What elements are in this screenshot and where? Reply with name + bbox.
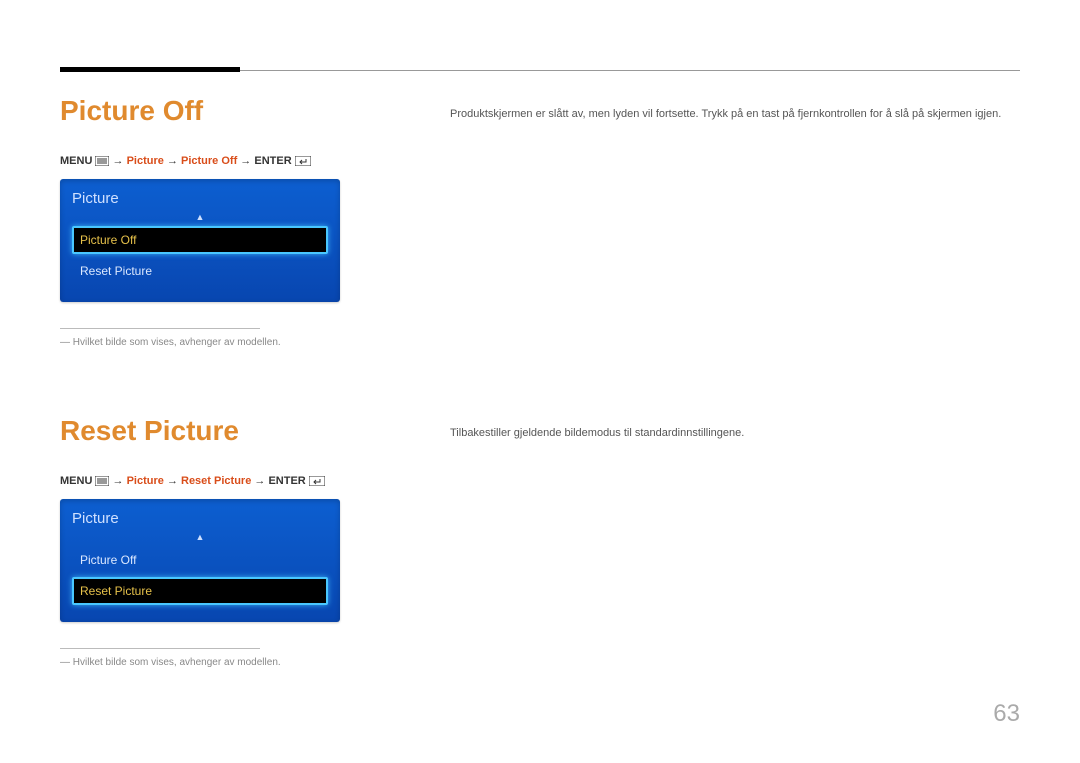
bc2-arrow3: → [254,475,265,487]
section-picture-off: Picture Off MENU → Picture → Picture Off… [60,95,1020,348]
menu-panel-1: Picture ▲ Picture Off Reset Picture [60,179,340,302]
menu-title-2: Picture [72,510,328,527]
bc-arrow1: → [113,155,124,167]
bc2-menu: MENU [60,475,92,487]
bc-picture: Picture [127,155,164,167]
breadcrumb-1: MENU → Picture → Picture Off → ENTER [60,155,1020,167]
enter-icon [309,476,325,486]
menu-panel-2: Picture ▲ Picture Off Reset Picture [60,499,340,622]
menu-icon [95,476,109,486]
menu-item-reset-picture[interactable]: Reset Picture [72,257,328,285]
section-reset-picture: Reset Picture MENU → Picture → Reset Pic… [60,415,1020,668]
chevron-up-icon[interactable]: ▲ [72,213,328,222]
menu-item-picture-off-2[interactable]: Picture Off [72,546,328,574]
page-number: 63 [993,700,1020,728]
desc-reset-picture: Tilbakestiller gjeldende bildemodus til … [450,427,1020,439]
enter-icon [295,156,311,166]
menu-item-picture-off[interactable]: Picture Off [72,226,328,254]
bc2-enter: ENTER [268,475,305,487]
bc-enter: ENTER [254,155,291,167]
bc2-reset-picture: Reset Picture [181,475,251,487]
bc-picture-off: Picture Off [181,155,237,167]
desc-picture-off: Produktskjermen er slått av, men lyden v… [450,107,1020,122]
bc2-picture: Picture [127,475,164,487]
bc-arrow2: → [167,155,178,167]
menu-icon [95,156,109,166]
breadcrumb-2: MENU → Picture → Reset Picture → ENTER [60,475,1020,487]
footnote-rule-1 [60,328,260,329]
bc2-arrow2: → [167,475,178,487]
bc-menu: MENU [60,155,92,167]
footnote-1: ― Hvilket bilde som vises, avhenger av m… [60,337,1020,348]
footnote-2: ― Hvilket bilde som vises, avhenger av m… [60,657,1020,668]
bc-arrow3: → [240,155,251,167]
chevron-up-icon[interactable]: ▲ [72,533,328,542]
bc2-arrow1: → [113,475,124,487]
header-rule-bold [60,67,240,72]
menu-title-1: Picture [72,190,328,207]
menu-item-reset-picture-2[interactable]: Reset Picture [72,577,328,605]
footnote-rule-2 [60,648,260,649]
